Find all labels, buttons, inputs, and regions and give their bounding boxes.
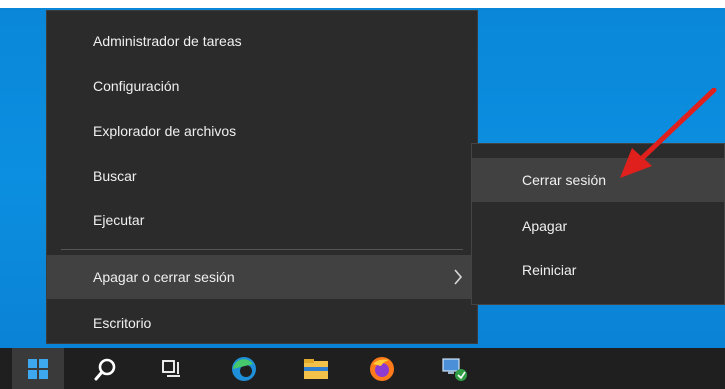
red-arrow-annotation [620, 88, 717, 178]
search-icon[interactable] [80, 348, 132, 389]
network-app-icon[interactable] [428, 348, 480, 389]
submenu-item-label: Apagar [522, 218, 568, 234]
menu-item-label: Configuración [93, 78, 180, 94]
file-explorer-icon[interactable] [290, 348, 342, 389]
menu-item-label: Ejecutar [93, 212, 145, 228]
firefox-icon[interactable] [356, 348, 408, 389]
windows-start-icon[interactable] [12, 348, 64, 389]
menu-item-search[interactable]: Buscar [47, 154, 477, 198]
edge-icon[interactable] [218, 348, 270, 389]
power-user-menu: Administrador de tareas Configuración Ex… [46, 10, 478, 344]
task-view-icon[interactable] [146, 348, 198, 389]
menu-item-label: Apagar o cerrar sesión [93, 269, 235, 285]
menu-item-label: Administrador de tareas [93, 33, 242, 49]
menu-item-file-explorer[interactable]: Explorador de archivos [47, 109, 477, 153]
menu-item-task-manager[interactable]: Administrador de tareas [47, 19, 477, 63]
menu-item-label: Escritorio [93, 315, 152, 331]
submenu-item-shut-down[interactable]: Apagar [472, 204, 724, 248]
menu-item-settings[interactable]: Configuración [47, 64, 477, 108]
menu-item-desktop[interactable]: Escritorio [47, 301, 477, 345]
menu-divider [61, 249, 463, 250]
taskbar [0, 348, 725, 389]
submenu-item-restart[interactable]: Reiniciar [472, 248, 724, 292]
menu-item-label: Explorador de archivos [93, 123, 237, 139]
menu-item-shutdown-signout[interactable]: Apagar o cerrar sesión [47, 255, 477, 299]
top-strip [0, 0, 725, 8]
menu-item-run[interactable]: Ejecutar [47, 198, 477, 242]
submenu-item-label: Cerrar sesión [522, 172, 607, 188]
menu-item-label: Buscar [93, 168, 137, 184]
submenu-item-label: Reiniciar [522, 262, 577, 278]
